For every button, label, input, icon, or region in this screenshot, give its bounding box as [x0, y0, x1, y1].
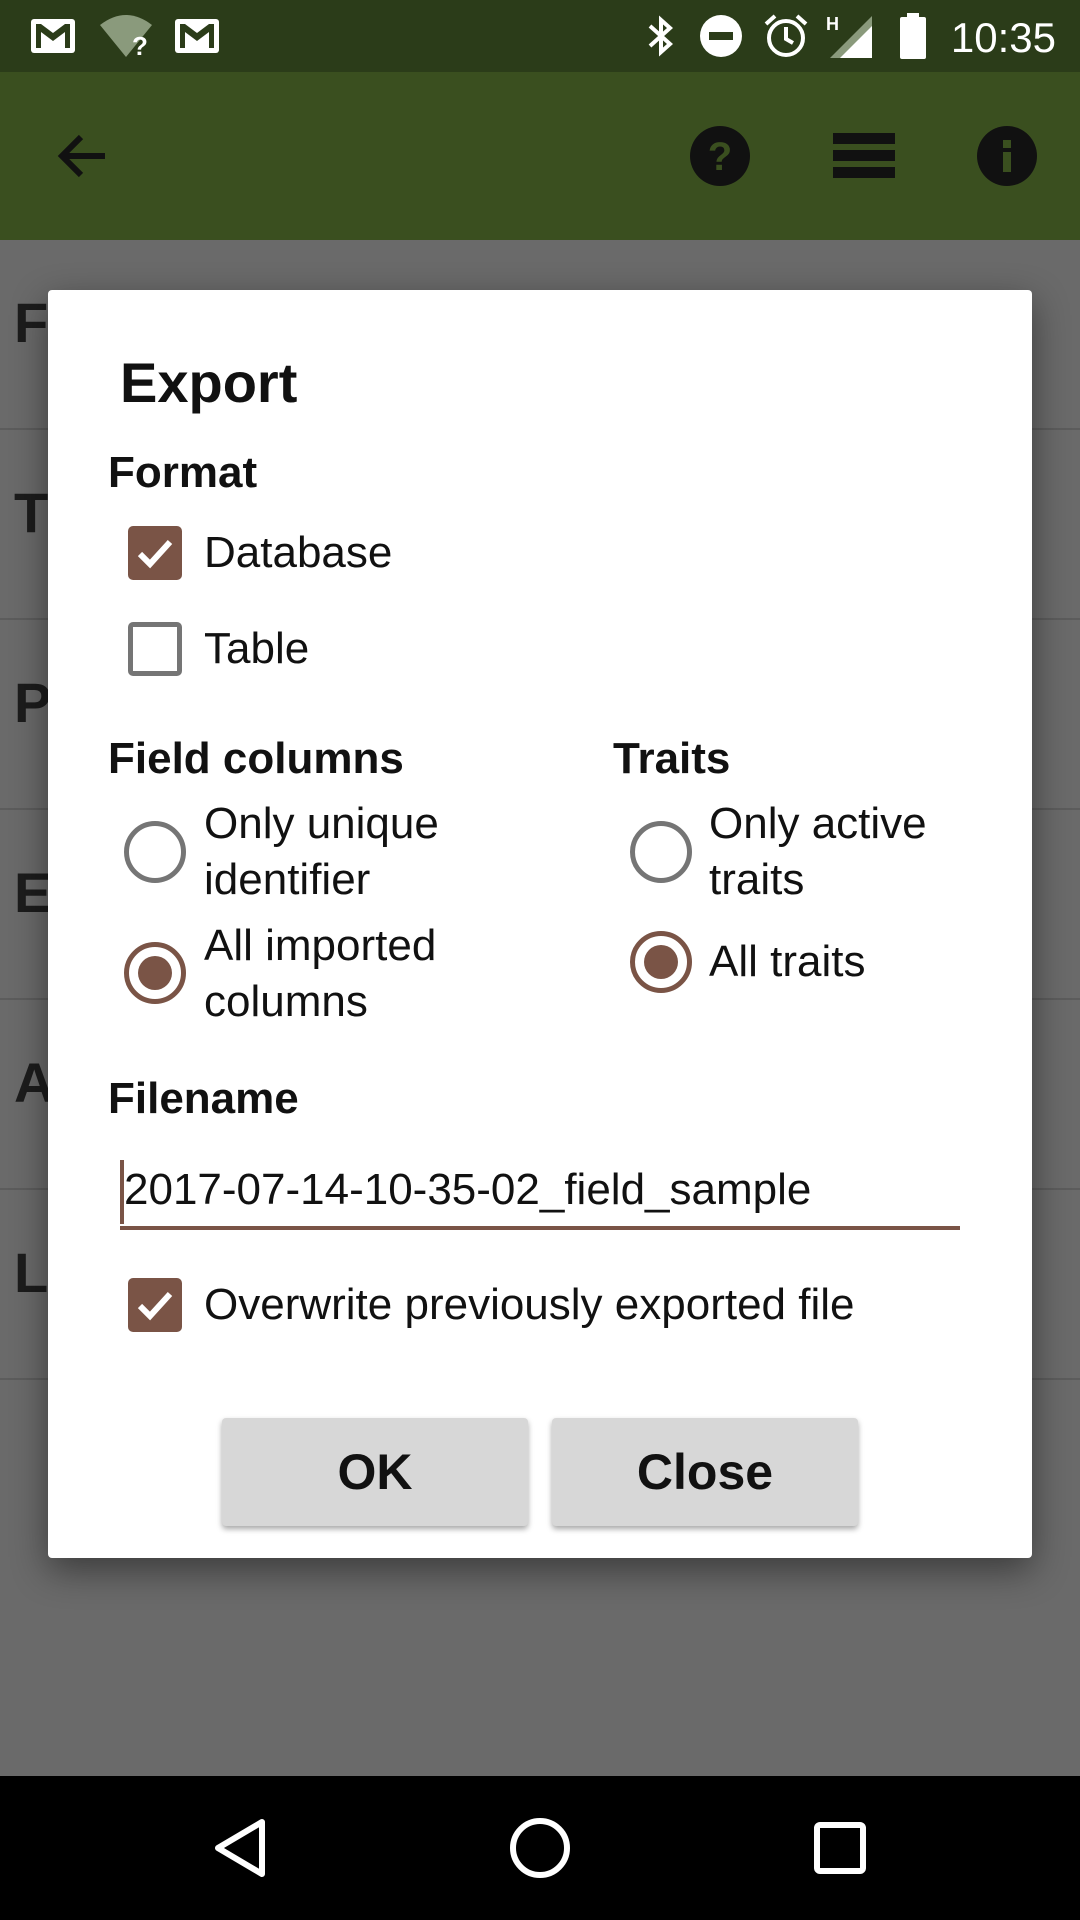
svg-text:H: H	[826, 14, 839, 34]
database-label[interactable]: Database	[204, 525, 392, 581]
table-checkbox[interactable]	[128, 622, 182, 676]
overwrite-checkbox[interactable]	[128, 1278, 182, 1332]
traits-heading: Traits	[613, 734, 731, 783]
ok-button[interactable]: OK	[222, 1418, 528, 1526]
home-circle-icon[interactable]	[460, 1776, 620, 1920]
back-triangle-icon[interactable]	[160, 1776, 320, 1920]
format-heading: Format	[108, 448, 258, 497]
only-unique-identifier-radio[interactable]	[124, 821, 186, 883]
dialog-title: Export	[120, 351, 298, 414]
do-not-disturb-icon	[698, 0, 744, 72]
app-bar: ?	[0, 72, 1080, 240]
list-icon[interactable]	[809, 72, 919, 240]
only-active-traits-label[interactable]: Only active traits	[709, 796, 927, 908]
all-imported-columns-label[interactable]: All imported columns	[204, 918, 436, 1030]
database-checkbox[interactable]	[128, 526, 182, 580]
table-label[interactable]: Table	[204, 621, 309, 677]
svg-text:?: ?	[708, 135, 732, 179]
close-button[interactable]: Close	[552, 1418, 858, 1526]
all-traits-label[interactable]: All traits	[709, 934, 865, 990]
all-imported-columns-radio[interactable]	[124, 942, 186, 1004]
only-unique-identifier-label[interactable]: Only unique identifier	[204, 796, 439, 908]
gmail-icon	[174, 0, 220, 72]
only-active-traits-radio[interactable]	[630, 821, 692, 883]
battery-icon	[898, 0, 928, 72]
export-dialog: Export Format Database Table Field colum…	[48, 290, 1032, 1558]
bluetooth-icon	[644, 0, 678, 72]
filename-input[interactable]: 2017-07-14-10-35-02_field_sample	[120, 1150, 960, 1230]
filename-heading: Filename	[108, 1074, 299, 1123]
text-cursor	[120, 1160, 124, 1224]
alarm-icon	[762, 0, 810, 72]
all-traits-radio[interactable]	[630, 931, 692, 993]
status-bar: ? H 10:35	[0, 0, 1080, 72]
navigation-bar	[0, 1776, 1080, 1920]
overwrite-label[interactable]: Overwrite previously exported file	[204, 1277, 854, 1333]
status-time: 10:35	[950, 14, 1056, 61]
recents-square-icon[interactable]	[760, 1776, 920, 1920]
field-columns-heading: Field columns	[108, 734, 404, 783]
wifi-unknown-icon: ?	[98, 0, 154, 72]
help-icon[interactable]: ?	[665, 72, 775, 240]
arrow-back-icon[interactable]	[28, 72, 138, 240]
info-icon[interactable]	[952, 72, 1062, 240]
svg-text:?: ?	[132, 31, 148, 59]
signal-h-icon: H	[826, 0, 874, 72]
gmail-icon	[30, 0, 76, 72]
